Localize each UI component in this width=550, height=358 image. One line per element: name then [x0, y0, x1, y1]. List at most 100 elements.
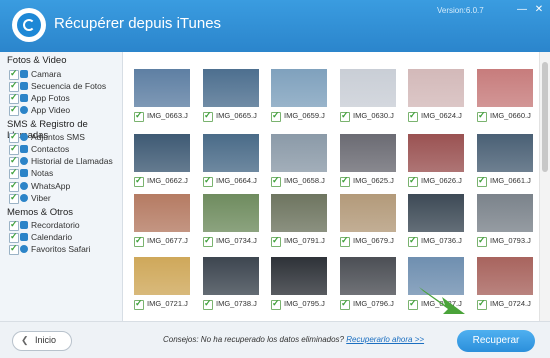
photo-thumbnail[interactable]: IMG_0660.J: [477, 69, 541, 125]
photo-checkbox[interactable]: [271, 175, 281, 187]
photo-checkbox[interactable]: [477, 235, 487, 247]
home-button[interactable]: ❮ Inicio: [12, 331, 72, 351]
photo-image[interactable]: [340, 69, 396, 107]
photo-image[interactable]: [408, 194, 464, 232]
sidebar-item-favoritos-safari[interactable]: Favoritos Safari: [9, 243, 119, 256]
photo-checkbox[interactable]: [408, 175, 418, 187]
photo-thumbnail[interactable]: IMG_0664.J: [203, 134, 267, 190]
photo-image[interactable]: [340, 194, 396, 232]
photo-checkbox[interactable]: [408, 110, 418, 122]
sidebar-item-app-fotos[interactable]: App Fotos: [9, 92, 119, 105]
photo-checkbox[interactable]: [340, 298, 350, 310]
photo-checkbox[interactable]: [203, 298, 213, 310]
photo-image[interactable]: [477, 134, 533, 172]
photo-thumbnail[interactable]: IMG_0721.J: [134, 257, 198, 313]
photo-thumbnail[interactable]: IMG_0662.J: [134, 134, 198, 190]
scrollbar-thumb[interactable]: [542, 62, 548, 172]
checkbox[interactable]: [9, 80, 19, 92]
sidebar-item-calendario[interactable]: Calendario: [9, 231, 119, 244]
checkbox[interactable]: [9, 68, 19, 80]
photo-thumbnail[interactable]: IMG_0734.J: [203, 194, 267, 250]
checkbox[interactable]: [9, 92, 19, 104]
scrollbar[interactable]: [539, 52, 550, 321]
photo-thumbnail[interactable]: IMG_0724.J: [477, 257, 541, 313]
photo-checkbox[interactable]: [134, 298, 144, 310]
photo-image[interactable]: [203, 69, 259, 107]
photo-image[interactable]: [408, 134, 464, 172]
checkbox[interactable]: [9, 143, 19, 155]
sidebar-item-adjuntos-sms[interactable]: Adjuntos SMS: [9, 131, 119, 144]
photo-image[interactable]: [477, 194, 533, 232]
photo-thumbnail[interactable]: IMG_0736.J: [408, 194, 472, 250]
close-button[interactable]: ✕: [532, 4, 546, 16]
photo-thumbnail[interactable]: IMG_0793.J: [477, 194, 541, 250]
checkbox[interactable]: [9, 131, 19, 143]
photo-checkbox[interactable]: [134, 235, 144, 247]
photo-checkbox[interactable]: [477, 175, 487, 187]
photo-image[interactable]: [203, 257, 259, 295]
checkbox[interactable]: [9, 219, 19, 231]
recover-button[interactable]: Recuperar: [457, 330, 535, 352]
photo-checkbox[interactable]: [203, 235, 213, 247]
sidebar-item-secuencia-de-fotos[interactable]: Secuencia de Fotos: [9, 80, 119, 93]
photo-checkbox[interactable]: [340, 235, 350, 247]
checkbox[interactable]: [9, 167, 19, 179]
photo-image[interactable]: [203, 194, 259, 232]
photo-thumbnail[interactable]: IMG_0791.J: [271, 194, 335, 250]
photo-checkbox[interactable]: [271, 235, 281, 247]
photo-image[interactable]: [340, 257, 396, 295]
checkbox[interactable]: [9, 180, 19, 192]
photo-image[interactable]: [134, 194, 190, 232]
photo-thumbnail[interactable]: IMG_0796.J: [340, 257, 404, 313]
checkbox[interactable]: [9, 104, 19, 116]
sidebar-item-recordatorio[interactable]: Recordatorio: [9, 219, 119, 232]
sidebar-item-whatsapp[interactable]: WhatsApp: [9, 180, 119, 193]
photo-image[interactable]: [271, 194, 327, 232]
photo-thumbnail[interactable]: IMG_0679.J: [340, 194, 404, 250]
photo-checkbox[interactable]: [340, 175, 350, 187]
photo-image[interactable]: [408, 69, 464, 107]
photo-thumbnail[interactable]: IMG_0624.J: [408, 69, 472, 125]
photo-checkbox[interactable]: [408, 235, 418, 247]
checkbox[interactable]: [9, 231, 19, 243]
photo-thumbnail[interactable]: IMG_0677.J: [134, 194, 198, 250]
recover-now-link[interactable]: Recuperarlo ahora >>: [346, 335, 424, 344]
sidebar-item-viber[interactable]: Viber: [9, 192, 119, 205]
photo-image[interactable]: [134, 69, 190, 107]
photo-thumbnail[interactable]: IMG_0738.J: [203, 257, 267, 313]
photo-checkbox[interactable]: [477, 298, 487, 310]
photo-image[interactable]: [340, 134, 396, 172]
sidebar-item-contactos[interactable]: Contactos: [9, 143, 119, 156]
photo-checkbox[interactable]: [203, 110, 213, 122]
photo-thumbnail[interactable]: IMG_0665.J: [203, 69, 267, 125]
sidebar-item-app-video[interactable]: App Video: [9, 104, 119, 117]
sidebar-item-historial-de-llamadas[interactable]: Historial de Llamadas: [9, 155, 119, 168]
photo-thumbnail[interactable]: IMG_0795.J: [271, 257, 335, 313]
photo-thumbnail[interactable]: IMG_0630.J: [340, 69, 404, 125]
photo-thumbnail[interactable]: IMG_0661.J: [477, 134, 541, 190]
sidebar-item-camara[interactable]: Camara: [9, 68, 119, 81]
photo-checkbox[interactable]: [271, 298, 281, 310]
minimize-button[interactable]: —: [515, 4, 529, 16]
photo-image[interactable]: [203, 134, 259, 172]
checkbox[interactable]: [9, 243, 19, 255]
photo-thumbnail[interactable]: IMG_0625.J: [340, 134, 404, 190]
photo-image[interactable]: [271, 257, 327, 295]
photo-checkbox[interactable]: [271, 110, 281, 122]
checkbox[interactable]: [9, 155, 19, 167]
photo-checkbox[interactable]: [134, 110, 144, 122]
photo-checkbox[interactable]: [477, 110, 487, 122]
photo-thumbnail[interactable]: IMG_0626.J: [408, 134, 472, 190]
photo-image[interactable]: [477, 257, 533, 295]
photo-image[interactable]: [134, 134, 190, 172]
sidebar-item-notas[interactable]: Notas: [9, 167, 119, 180]
photo-thumbnail[interactable]: IMG_0659.J: [271, 69, 335, 125]
photo-thumbnail[interactable]: IMG_0663.J: [134, 69, 198, 125]
photo-image[interactable]: [271, 69, 327, 107]
photo-checkbox[interactable]: [203, 175, 213, 187]
photo-checkbox[interactable]: [134, 175, 144, 187]
checkbox[interactable]: [9, 192, 19, 204]
photo-image[interactable]: [477, 69, 533, 107]
photo-image[interactable]: [134, 257, 190, 295]
photo-thumbnail[interactable]: IMG_0658.J: [271, 134, 335, 190]
